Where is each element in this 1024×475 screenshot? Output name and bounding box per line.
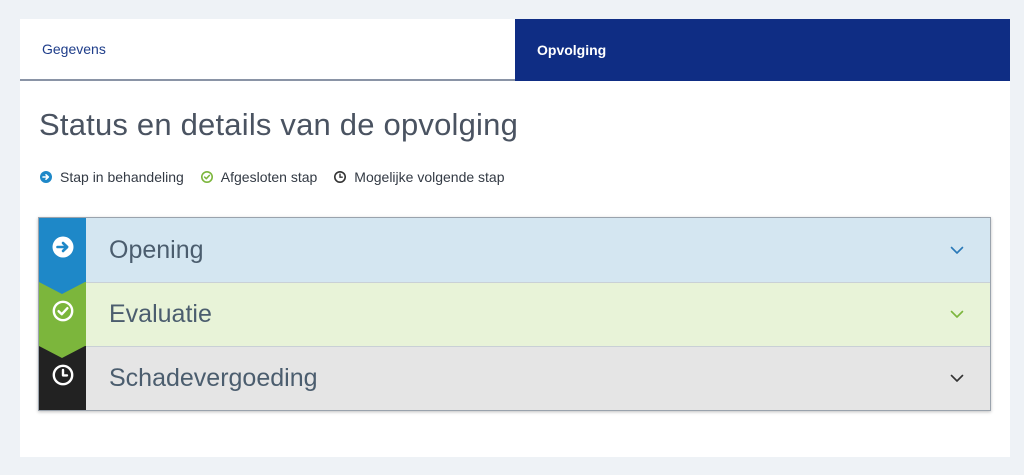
step-evaluatie[interactable]: Evaluatie xyxy=(39,282,990,358)
tab-opvolging[interactable]: Opvolging xyxy=(515,19,1010,81)
step-opening[interactable]: Opening xyxy=(39,218,990,294)
page-title: Status en details van de opvolging xyxy=(39,107,519,142)
clock-icon xyxy=(52,364,73,386)
chevron-down-icon[interactable] xyxy=(950,310,964,319)
arrow-circle-icon xyxy=(40,171,52,183)
legend-label: Mogelijke volgende stap xyxy=(354,169,505,185)
step-label: Opening xyxy=(109,235,204,264)
step-label: Evaluatie xyxy=(109,300,212,328)
tab-gegevens[interactable]: Gegevens xyxy=(20,19,515,81)
step-status-column xyxy=(39,218,86,294)
step-header[interactable]: Schadevergoeding xyxy=(86,346,990,410)
legend-item-in-progress: Stap in behandeling xyxy=(40,169,184,185)
tab-bar: Gegevens Opvolging xyxy=(20,19,1010,81)
main-card: Gegevens Opvolging Status en details van… xyxy=(20,19,1010,457)
legend-item-completed: Afgesloten stap xyxy=(200,169,318,185)
legend-label: Stap in behandeling xyxy=(60,169,184,185)
step-label: Schadevergoeding xyxy=(109,364,318,392)
tab-gegevens-label: Gegevens xyxy=(42,41,106,57)
check-circle-icon xyxy=(200,171,213,183)
step-header[interactable]: Opening xyxy=(86,218,990,282)
arrow-circle-icon xyxy=(52,236,73,258)
tab-opvolging-label: Opvolging xyxy=(537,42,607,58)
chevron-down-icon[interactable] xyxy=(950,246,964,255)
check-circle-icon xyxy=(52,300,73,322)
steps-accordion: Opening Evaluatie Schadevergoeding xyxy=(38,217,991,411)
step-header[interactable]: Evaluatie xyxy=(86,282,990,346)
chevron-down-icon[interactable] xyxy=(950,374,964,383)
clock-icon xyxy=(334,171,347,183)
step-notch xyxy=(39,346,85,358)
legend-item-next: Mogelijke volgende stap xyxy=(334,169,505,185)
step-schadevergoeding[interactable]: Schadevergoeding xyxy=(39,346,990,410)
step-notch xyxy=(39,282,85,294)
status-legend: Stap in behandeling Afgesloten stap Moge… xyxy=(40,169,522,185)
legend-label: Afgesloten stap xyxy=(220,169,318,185)
